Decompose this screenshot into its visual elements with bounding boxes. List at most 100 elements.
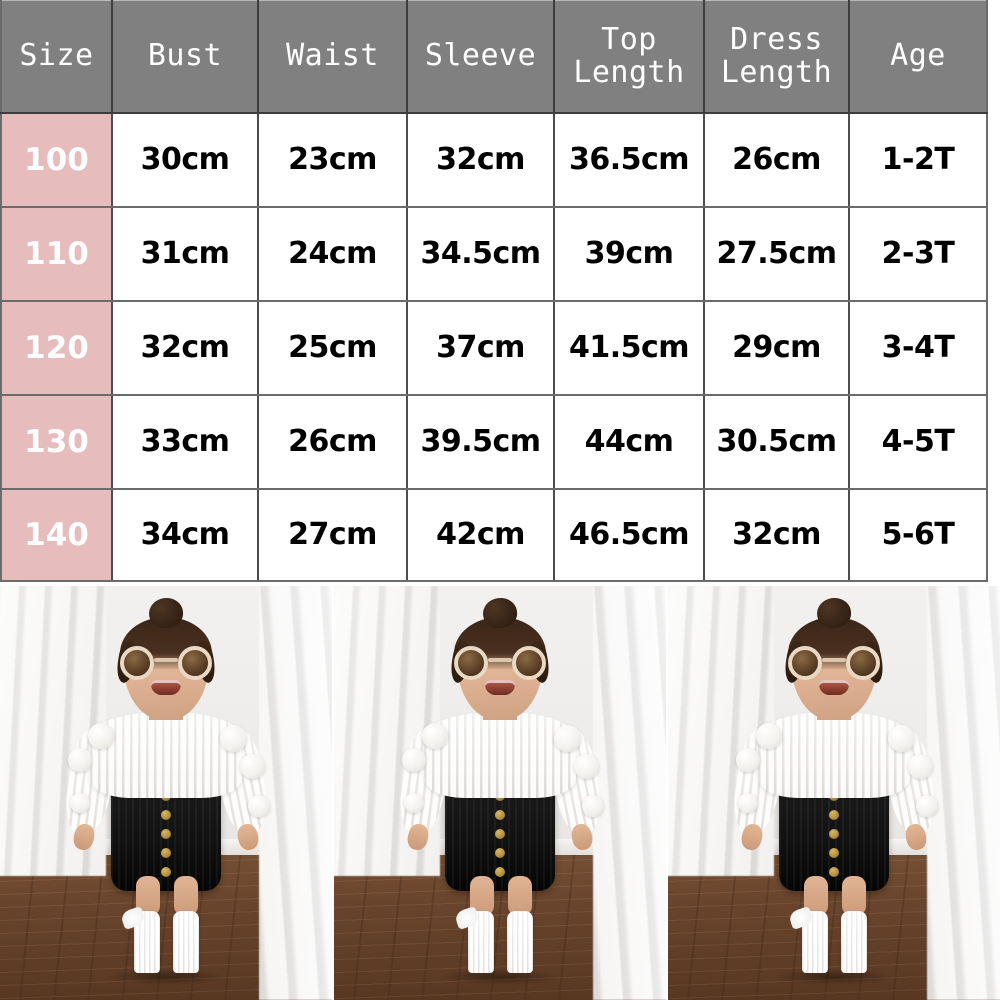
product-photo — [0, 586, 332, 1000]
cell-bust: 31cm — [112, 206, 259, 302]
skirt-button — [161, 866, 171, 877]
leg-right — [174, 875, 198, 916]
table-row: 130 33cm 26cm 39.5cm 44cm 30.5cm 4-5T — [1, 394, 987, 490]
cell-age: 3-4T — [849, 300, 987, 396]
skirt-button — [829, 866, 839, 877]
sock-right — [507, 910, 533, 973]
cell-sleeve: 42cm — [407, 488, 555, 582]
sunglass-lens-right — [512, 646, 546, 681]
column-header-bust: Bust — [112, 0, 259, 114]
cell-sleeve: 32cm — [407, 112, 555, 208]
pompom — [248, 794, 270, 817]
cell-bust: 30cm — [112, 112, 259, 208]
cell-top-length: 41.5cm — [554, 300, 705, 396]
cell-age: 4-5T — [849, 394, 987, 490]
sock-right — [173, 910, 199, 973]
table-body: 100 30cm 23cm 32cm 36.5cm 26cm 1-2T 110 … — [1, 112, 987, 582]
table-row: 110 31cm 24cm 34.5cm 39cm 27.5cm 2-3T — [1, 206, 987, 302]
photo-scene — [668, 586, 1000, 1000]
cell-size: 110 — [1, 206, 113, 302]
cell-age: 2-3T — [849, 206, 987, 302]
sunglass-lens-right — [178, 646, 212, 681]
cell-size: 100 — [1, 112, 113, 208]
cell-sleeve: 39.5cm — [407, 394, 555, 490]
pompom — [582, 794, 604, 817]
size-chart-table-container: Size Bust Waist Sleeve Top Length Dress … — [0, 0, 1000, 586]
column-header-waist-label: Waist — [286, 38, 379, 74]
cell-bust: 33cm — [112, 394, 259, 490]
column-header-sleeve-label: Sleeve — [424, 38, 537, 74]
column-header-size: Size — [1, 0, 113, 114]
cell-bust: 32cm — [112, 300, 259, 396]
cell-bust: 34cm — [112, 488, 259, 582]
pompom — [574, 754, 599, 780]
pompom — [916, 794, 938, 817]
size-chart-table: Size Bust Waist Sleeve Top Length Dress … — [0, 0, 988, 582]
pompom — [756, 722, 782, 749]
skirt-button — [161, 847, 171, 858]
pompom — [422, 722, 448, 749]
product-photo — [334, 586, 666, 1000]
cell-size: 130 — [1, 394, 113, 490]
child-model — [334, 586, 666, 1000]
pompom — [88, 722, 114, 749]
table-row: 100 30cm 23cm 32cm 36.5cm 26cm 1-2T — [1, 112, 987, 208]
column-header-age-label: Age — [890, 38, 946, 74]
table-header-row: Size Bust Waist Sleeve Top Length Dress … — [1, 0, 987, 114]
floor-shadow — [107, 968, 225, 985]
column-header-dress-length-line1: Dress — [730, 21, 823, 57]
cell-waist: 23cm — [258, 112, 408, 208]
white-pompom-sweater — [424, 712, 576, 799]
pompom — [908, 754, 933, 780]
table-header: Size Bust Waist Sleeve Top Length Dress … — [1, 0, 987, 114]
photo-scene — [334, 586, 666, 1000]
cell-age: 1-2T — [849, 112, 987, 208]
pompom — [70, 793, 90, 813]
cell-dress-length: 30.5cm — [704, 394, 850, 490]
table-row: 120 32cm 25cm 37cm 41.5cm 29cm 3-4T — [1, 300, 987, 396]
table-row: 140 34cm 27cm 42cm 46.5cm 32cm 5-6T — [1, 488, 987, 582]
cell-dress-length: 26cm — [704, 112, 850, 208]
pompom — [888, 725, 915, 753]
skirt-button — [829, 847, 839, 858]
cell-dress-length: 27.5cm — [704, 206, 850, 302]
mouth — [485, 679, 515, 695]
photo-scene — [0, 586, 332, 1000]
pompom — [220, 725, 247, 753]
floor-shadow — [441, 968, 559, 985]
skirt-button — [495, 809, 505, 820]
column-header-waist: Waist — [258, 0, 408, 114]
white-pompom-sweater — [758, 712, 910, 799]
cell-dress-length: 32cm — [704, 488, 850, 582]
sunglass-lens-left — [120, 646, 154, 681]
skirt-button — [495, 866, 505, 877]
sunglass-lens-right — [846, 646, 880, 681]
column-header-size-label: Size — [19, 38, 94, 74]
mouth — [151, 679, 181, 695]
cell-waist: 27cm — [258, 488, 408, 582]
pompom — [240, 754, 265, 780]
skirt-button — [161, 828, 171, 839]
cell-top-length: 36.5cm — [554, 112, 705, 208]
cell-waist: 24cm — [258, 206, 408, 302]
cell-top-length: 39cm — [554, 206, 705, 302]
pompom — [404, 793, 424, 813]
size-chart-page: Size Bust Waist Sleeve Top Length Dress … — [0, 0, 1000, 1000]
white-pompom-sweater — [90, 712, 242, 799]
mouth — [819, 679, 849, 695]
cell-size: 140 — [1, 488, 113, 582]
cell-dress-length: 29cm — [704, 300, 850, 396]
floor-shadow — [775, 968, 893, 985]
column-header-top-length-line2: Length — [573, 55, 685, 91]
column-header-dress-length: Dress Length — [704, 0, 850, 114]
skirt-button — [829, 828, 839, 839]
cell-age: 5-6T — [849, 488, 987, 582]
leg-right — [842, 875, 866, 916]
pompom — [554, 725, 581, 753]
pompom — [738, 793, 758, 813]
cell-size: 120 — [1, 300, 113, 396]
skirt-button — [495, 828, 505, 839]
sunglass-lens-left — [788, 646, 822, 681]
column-header-top-length: Top Length — [554, 0, 705, 114]
sunglass-bridge — [154, 658, 178, 663]
